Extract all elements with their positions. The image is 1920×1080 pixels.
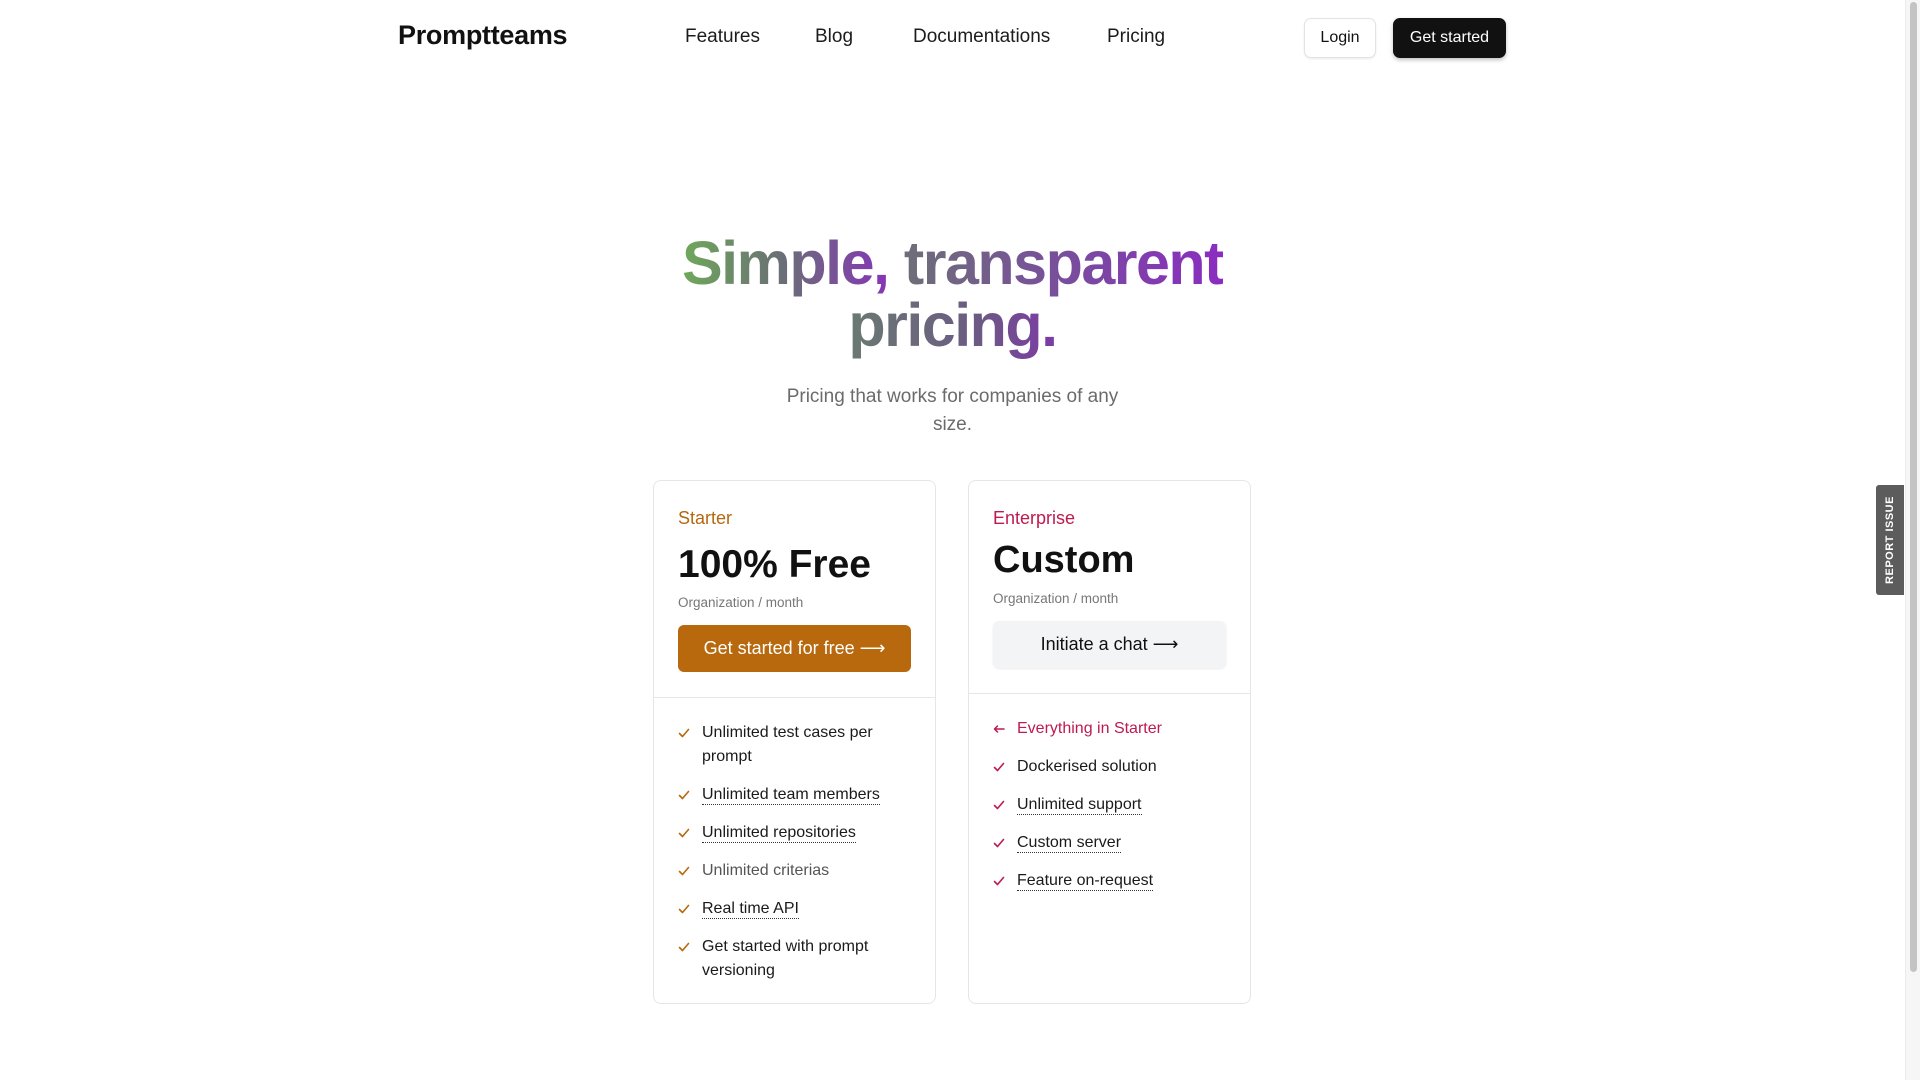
feature-item: Unlimited test cases per prompt [678,721,918,769]
feature-text: Unlimited test cases per prompt [702,724,873,765]
nav-link-documentations[interactable]: Documentations [913,26,1050,48]
plan-tier-label: Enterprise [993,508,1076,528]
feature-item: Feature on-request [993,869,1233,893]
nav-link-blog[interactable]: Blog [815,26,853,48]
feature-text[interactable]: Feature on-request [1017,872,1154,891]
site-header: Promptteams Features Blog Documentations… [0,0,1900,76]
scrollbar-thumb[interactable] [1910,2,1917,972]
feature-item: Get started with prompt versioning [678,935,918,983]
check-icon [993,876,1005,886]
initiate-chat-button[interactable]: Initiate a chat ⟶ [993,621,1226,668]
pricing-card-starter: Starter 100% Free Organization / month G… [653,480,936,1004]
feature-item: Custom server [993,831,1233,855]
check-icon [993,762,1005,772]
feature-item: Dockerised solution [993,755,1233,779]
plan-period: Organization / month [993,591,1119,606]
feature-item: Unlimited repositories [678,821,918,845]
feature-text[interactable]: Unlimited repositories [702,824,856,843]
feature-text: Get started with prompt versioning [702,938,869,979]
feature-text: Dockerised solution [1017,758,1157,775]
check-icon [678,828,690,838]
page-scrollbar[interactable] [1905,0,1920,1080]
feature-item: Unlimited support [993,793,1233,817]
check-icon [993,838,1005,848]
check-icon [678,866,690,876]
arrow-left-icon [993,725,1005,733]
page-subtitle: Pricing that works for companies of any … [786,386,1119,435]
nav-link-features[interactable]: Features [685,26,760,48]
check-icon [993,800,1005,810]
brand-logo[interactable]: Promptteams [398,20,568,51]
card-divider [969,693,1250,694]
feature-text[interactable]: Unlimited support [1017,796,1142,815]
title-part-simple: Simple, [682,229,904,297]
report-issue-label: REPORT ISSUE [1884,496,1896,584]
page-title: Simple, transparent pricing. [0,232,1905,356]
feature-text: Unlimited criterias [702,862,830,879]
feature-text[interactable]: Unlimited team members [702,786,880,805]
login-button[interactable]: Login [1304,18,1376,58]
feature-item: Unlimited criterias [678,859,918,883]
feature-text: Everything in Starter [1017,720,1162,737]
title-part-transparent: transparent [903,229,1225,297]
check-icon [678,942,690,952]
get-started-button[interactable]: Get started [1393,18,1506,58]
plan-price: 100% Free [678,543,871,586]
feature-item: Everything in Starter [993,717,1233,741]
check-icon [678,728,690,738]
pricing-card-enterprise: Enterprise Custom Organization / month I… [968,480,1251,1004]
get-started-free-button[interactable]: Get started for free ⟶ [678,625,911,672]
feature-item: Unlimited team members [678,783,918,807]
feature-list: Unlimited test cases per prompt Unlimite… [678,721,918,997]
plan-tier-label: Starter [678,508,733,528]
feature-text[interactable]: Custom server [1017,834,1122,853]
check-icon [678,790,690,800]
check-icon [678,904,690,914]
title-part-pricing: pricing. [848,291,1058,359]
nav-link-pricing[interactable]: Pricing [1107,26,1165,48]
report-issue-tab[interactable]: REPORT ISSUE [1876,485,1904,595]
plan-price: Custom [993,539,1135,581]
feature-item: Real time API [678,897,918,921]
plan-period: Organization / month [678,595,804,610]
card-divider [654,697,935,698]
feature-list: Everything in Starter Dockerised solutio… [993,717,1233,907]
feature-text[interactable]: Real time API [702,900,799,919]
